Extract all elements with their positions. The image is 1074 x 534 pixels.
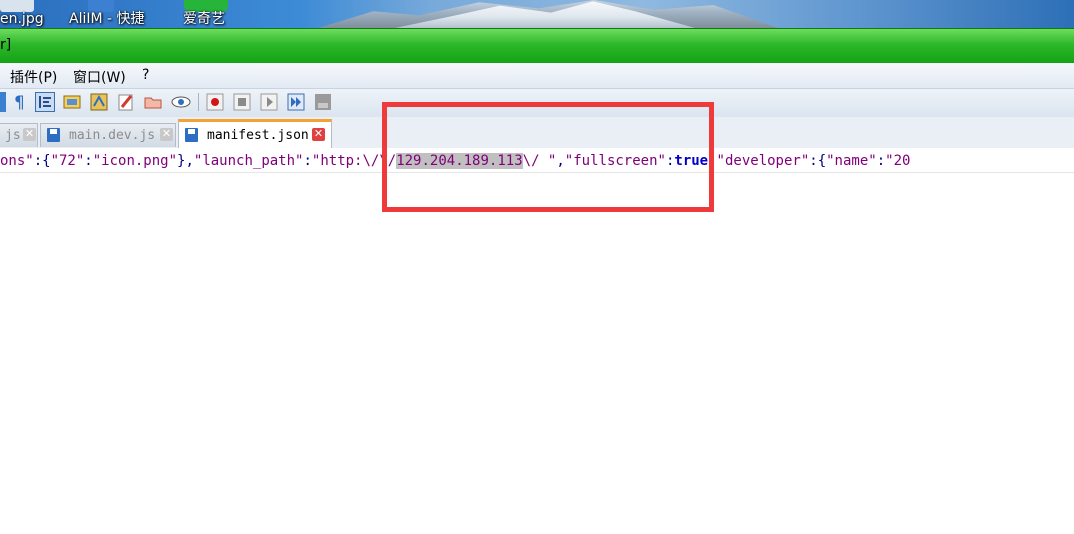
- record-macro-icon[interactable]: [205, 92, 225, 112]
- run-macro-multiple-icon[interactable]: [286, 92, 306, 112]
- toolbar-partial-icon[interactable]: [0, 92, 6, 112]
- code-token: },: [177, 153, 194, 169]
- indent-guide-icon[interactable]: [35, 92, 55, 112]
- svg-text:¶: ¶: [14, 93, 25, 112]
- close-icon[interactable]: ✕: [160, 128, 173, 141]
- code-token: "launch_path": [193, 153, 304, 169]
- tab-label: js: [5, 128, 21, 143]
- code-token: "name": [826, 153, 877, 169]
- play-macro-icon[interactable]: [259, 92, 279, 112]
- code-token: :{: [809, 153, 827, 169]
- close-icon[interactable]: ✕: [312, 128, 325, 141]
- code-token: ons": [0, 153, 34, 169]
- code-token: "72": [50, 153, 85, 169]
- menu-plugins[interactable]: 插件(P): [10, 67, 57, 87]
- eye-icon[interactable]: [170, 92, 191, 112]
- close-icon[interactable]: ✕: [23, 128, 36, 141]
- tab-js[interactable]: js ✕: [0, 123, 38, 147]
- desktop-icon-label[interactable]: en.jpg: [0, 11, 44, 27]
- tab-manifest-json[interactable]: manifest.json ✕: [178, 119, 332, 149]
- document-map-icon[interactable]: [62, 92, 82, 112]
- code-token: "20: [885, 153, 911, 169]
- window-title-bar[interactable]: r]: [0, 28, 1074, 64]
- desktop-background: en.jpg AliIM - 快捷 爱奇艺: [0, 0, 1074, 28]
- pen-icon[interactable]: [116, 92, 136, 112]
- tab-label: manifest.json: [207, 128, 309, 143]
- code-token: :: [84, 153, 93, 169]
- code-token: :: [876, 153, 886, 169]
- menu-window[interactable]: 窗口(W): [73, 67, 126, 87]
- stop-macro-icon[interactable]: [232, 92, 252, 112]
- code-token: "icon.png": [92, 153, 178, 169]
- menu-help[interactable]: ?: [142, 67, 149, 83]
- save-macro-icon[interactable]: [313, 92, 333, 112]
- paragraph-icon[interactable]: ¶: [10, 92, 30, 113]
- code-token: "developer": [716, 153, 810, 169]
- window-title: r]: [0, 37, 12, 53]
- tab-main-dev-js[interactable]: main.dev.js ✕: [40, 123, 176, 147]
- annotation-highlight-box: [382, 102, 714, 212]
- desktop-icon-label[interactable]: AliIM - 快捷: [69, 11, 145, 27]
- code-token: :: [303, 153, 312, 169]
- folder-icon[interactable]: [143, 92, 163, 112]
- toolbar-separator: [198, 93, 199, 111]
- save-icon: [185, 128, 198, 142]
- tab-label: main.dev.js: [69, 128, 156, 143]
- function-list-icon[interactable]: [89, 92, 109, 112]
- save-icon: [47, 128, 60, 142]
- menu-bar: 插件(P) 窗口(W) ?: [0, 63, 1074, 89]
- code-token: :{: [33, 153, 51, 169]
- desktop-icon-label[interactable]: 爱奇艺: [183, 11, 225, 27]
